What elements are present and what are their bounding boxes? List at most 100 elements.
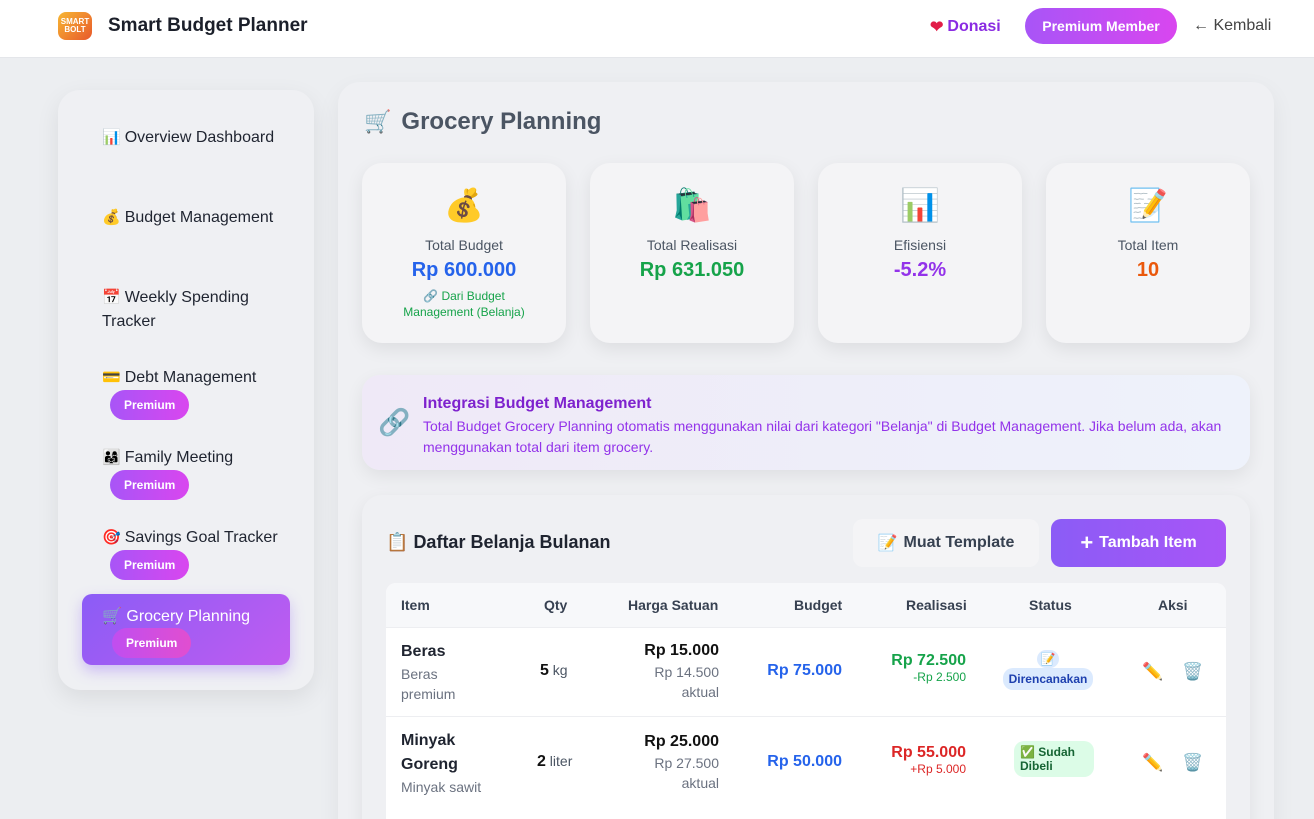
status-badge: Direncanakan	[1002, 668, 1094, 690]
trash-icon[interactable]: 🗑️	[1182, 662, 1203, 682]
stat-value: Rp 631.050	[639, 259, 745, 281]
premium-badge: Premium	[110, 550, 190, 580]
qty-cell: 5 kg	[540, 662, 568, 680]
stat-total-realisasi: 🛍️ Total Realisasi Rp 631.050	[590, 163, 794, 343]
stat-value: Rp 600.000	[411, 259, 517, 281]
qty-unit: kg	[552, 662, 568, 678]
target-icon: 🎯	[102, 529, 121, 546]
qty-value: 2	[537, 753, 546, 770]
stat-label: Efisiensi	[893, 237, 947, 253]
memo-icon: 📝	[1036, 650, 1060, 668]
back-link[interactable]: ← Kembali	[1193, 17, 1271, 35]
add-item-label: Tambah Item	[1099, 534, 1197, 551]
realisasi-value: Rp 55.000	[891, 744, 966, 761]
price-cell: Rp 25.000 Rp 27.500 aktual	[629, 731, 719, 793]
grocery-list-card: 📋 Daftar Belanja Bulanan 📝 Muat Template…	[362, 495, 1250, 819]
stat-efisiensi: 📊 Efisiensi -5.2%	[818, 163, 1022, 343]
grocery-table: Item Qty Harga Satuan Budget Realisasi S…	[386, 583, 1226, 819]
sidebar-item-budget[interactable]: 💰 Budget Management	[82, 206, 290, 230]
sidebar-item-label: Family Meeting	[124, 449, 234, 466]
premium-badge: Premium	[110, 470, 190, 500]
cart-icon: 🛒	[102, 608, 122, 625]
trash-icon[interactable]: 🗑️	[1182, 753, 1203, 773]
stat-value: 10	[1136, 259, 1160, 281]
stat-label: Total Realisasi	[646, 237, 738, 253]
sidebar-item-family[interactable]: 👨‍👩‍👧 Family Meeting Premium	[82, 446, 290, 500]
budget-value: Rp 75.000	[767, 662, 842, 679]
table-header: Item Qty Harga Satuan Budget Realisasi S…	[386, 583, 1226, 627]
column-header-item: Item	[401, 597, 430, 613]
memo-icon: 📝	[877, 535, 898, 552]
list-title: 📋 Daftar Belanja Bulanan	[386, 532, 611, 553]
stat-label: Total Item	[1117, 237, 1179, 253]
status-badge: ✅ Sudah Dibeli	[1014, 741, 1094, 777]
page-title-text: Grocery Planning	[401, 108, 602, 135]
donasi-link[interactable]: ❤ Donasi	[930, 17, 1001, 37]
qty-unit: liter	[549, 753, 573, 769]
edit-icon[interactable]: ✏️	[1142, 753, 1163, 773]
realisasi-difference: -Rp 2.500	[913, 670, 966, 684]
top-bar: SMART BOLT Smart Budget Planner ❤ Donasi…	[0, 0, 1314, 58]
app-title: Smart Budget Planner	[108, 15, 308, 36]
item-description: Beras premium	[401, 666, 456, 702]
stat-total-item: 📝 Total Item 10	[1046, 163, 1250, 343]
sidebar-item-savings[interactable]: 🎯 Savings Goal Tracker Premium	[82, 526, 290, 580]
sidebar-item-label: Grocery Planning	[126, 608, 250, 625]
actual-price: Rp 14.500 aktual	[654, 664, 719, 700]
sidebar-item-weekly[interactable]: 📅 Weekly Spending Tracker	[82, 286, 290, 334]
item-description: Minyak sawit	[401, 779, 482, 795]
link-icon: 🔗	[378, 407, 411, 437]
qty-value: 5	[540, 662, 549, 679]
check-icon: ✅	[1020, 745, 1035, 759]
stat-total-budget: 💰 Total Budget Rp 600.000 🔗 Dari Budget …	[362, 163, 566, 343]
realisasi-cell: Rp 72.500 -Rp 2.500	[856, 652, 966, 684]
unit-price: Rp 25.000	[644, 733, 719, 750]
sidebar-item-grocery[interactable]: 🛒 Grocery Planning Premium	[82, 594, 290, 665]
sidebar-item-label: Weekly Spending Tracker	[102, 289, 249, 330]
load-template-button[interactable]: 📝 Muat Template	[853, 519, 1039, 567]
sidebar-item-label: Overview Dashboard	[124, 129, 275, 146]
memo-icon: 📝	[1128, 187, 1168, 223]
money-bag-icon: 💰	[444, 187, 484, 223]
shopping-bags-icon: 🛍️	[672, 187, 712, 223]
price-cell: Rp 15.000 Rp 14.500 aktual	[629, 640, 719, 702]
status-cell[interactable]: 📝 Direncanakan	[998, 650, 1098, 690]
column-header-qty: Qty	[544, 597, 568, 613]
stat-label: Total Budget	[425, 237, 503, 253]
sidebar: 📊 Overview Dashboard 💰 Budget Management 📅…	[58, 90, 314, 690]
table-row: Minyak Goreng Minyak sawit 2 liter Rp 25…	[386, 716, 1226, 808]
unit-price: Rp 15.000	[644, 642, 719, 659]
item-cell: Minyak Goreng Minyak sawit	[401, 729, 501, 797]
credit-card-icon: 💳	[102, 369, 121, 386]
item-cell: Beras Beras premium	[401, 640, 491, 704]
integration-title: Integrasi Budget Management	[423, 395, 652, 412]
stat-note: 🔗 Dari Budget Management (Belanja)	[403, 289, 525, 319]
edit-icon[interactable]: ✏️	[1142, 662, 1163, 682]
stat-value: -5.2%	[893, 259, 947, 281]
sidebar-item-overview[interactable]: 📊 Overview Dashboard	[82, 126, 290, 150]
budget-value: Rp 50.000	[767, 753, 842, 770]
column-header-price: Harga Satuan	[628, 597, 719, 613]
status-cell[interactable]: ✅ Sudah Dibeli	[1014, 741, 1094, 777]
column-header-realisasi: Realisasi	[906, 597, 967, 613]
premium-member-button[interactable]: Premium Member	[1025, 8, 1177, 44]
calendar-icon: 📅	[102, 289, 121, 306]
integration-notice: 🔗 Integrasi Budget Management Total Budg…	[362, 375, 1250, 470]
table-row: Beras Beras premium 5 kg Rp 15.000 Rp 14…	[386, 627, 1226, 716]
item-name: Beras	[401, 643, 446, 660]
realisasi-value: Rp 72.500	[891, 652, 966, 669]
integration-description: Total Budget Grocery Planning otomatis m…	[423, 418, 1222, 455]
money-bag-icon: 💰	[102, 209, 121, 226]
column-header-budget: Budget	[794, 597, 843, 613]
add-item-button[interactable]: + Tambah Item	[1051, 519, 1226, 567]
list-title-text: Daftar Belanja Bulanan	[413, 532, 611, 552]
app-logo[interactable]: SMART BOLT	[58, 12, 92, 40]
realisasi-cell: Rp 55.000 +Rp 5.000	[856, 744, 966, 776]
qty-cell: 2 liter	[537, 753, 572, 771]
clipboard-icon: 📋	[386, 532, 409, 552]
realisasi-difference: +Rp 5.000	[910, 762, 966, 776]
page-title: 🛒 Grocery Planning	[364, 108, 601, 136]
donasi-label: Donasi	[947, 18, 1001, 35]
sidebar-item-debt[interactable]: 💳 Debt Management Premium	[82, 366, 290, 420]
main-content: 🛒 Grocery Planning 💰 Total Budget Rp 600…	[338, 82, 1274, 819]
